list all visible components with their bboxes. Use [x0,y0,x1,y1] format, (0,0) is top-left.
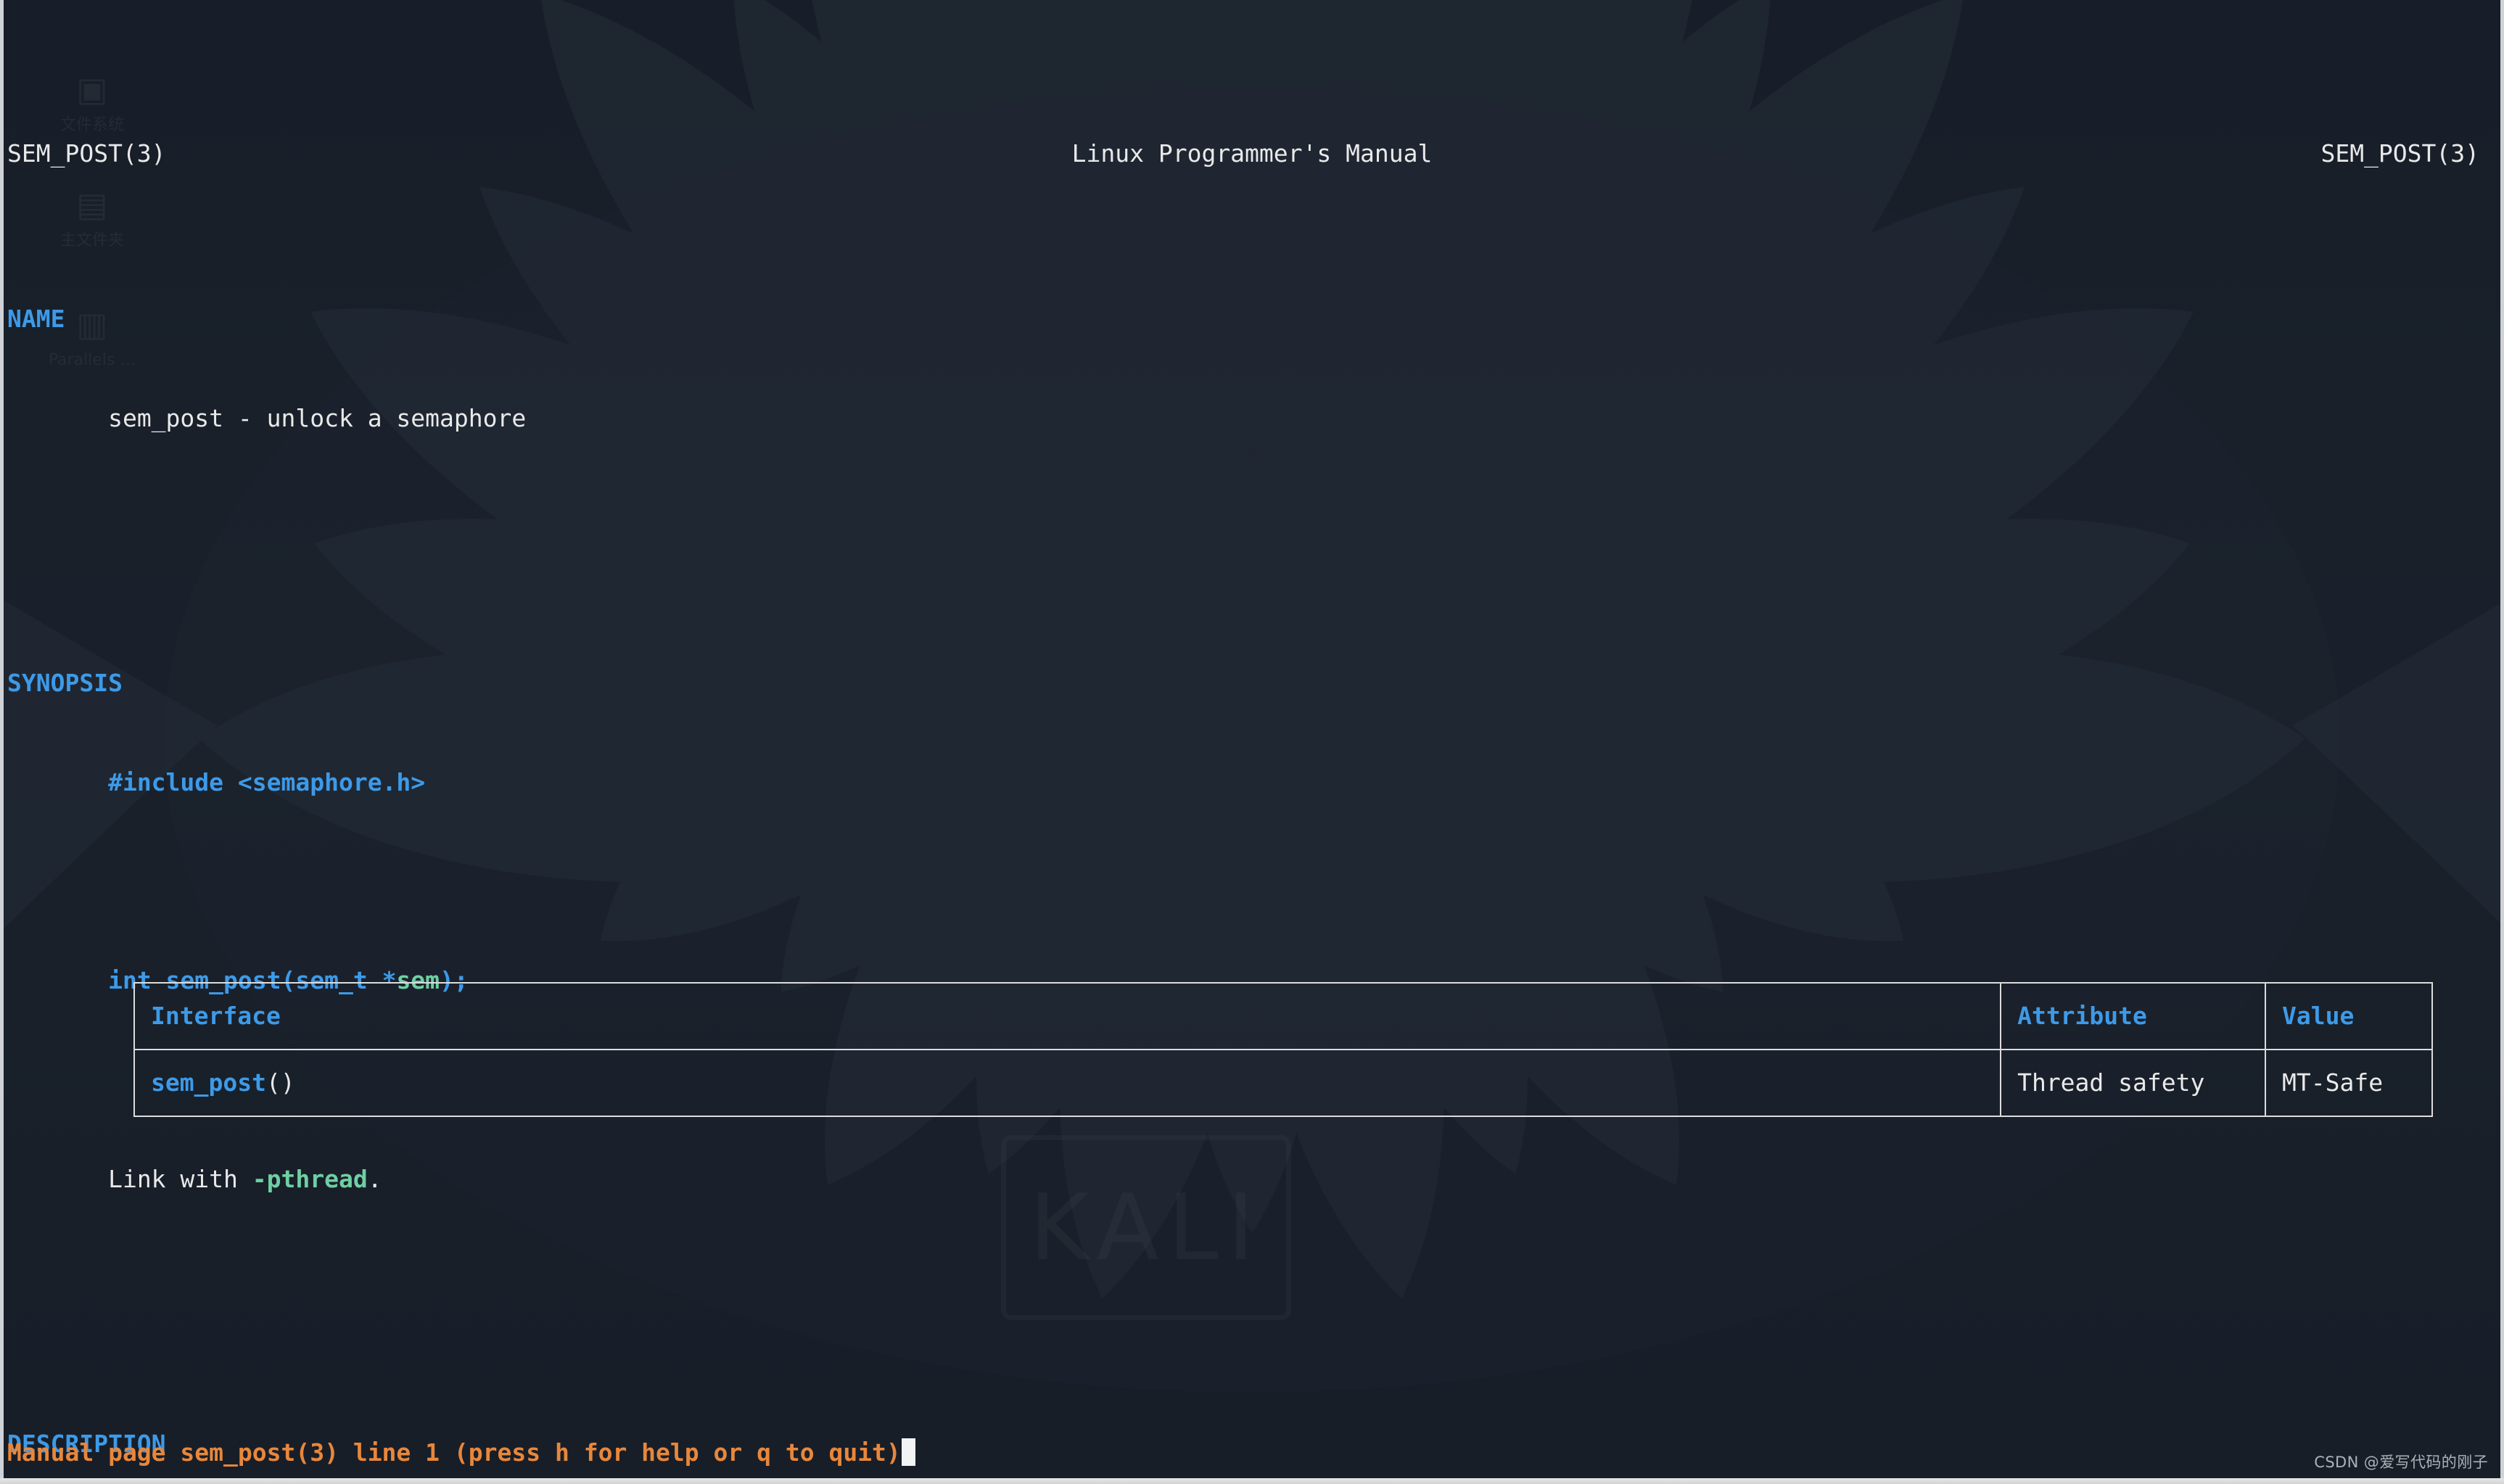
window-border-left [0,0,4,1478]
name-body: sem_post - unlock a semaphore [0,402,2504,435]
link-flag: -pthread [252,1164,368,1193]
table-header-value: Value [2265,982,2433,1050]
header-center: Linux Programmer's Manual [1071,139,1433,168]
terminal-window[interactable]: KALI ▣ 文件系统 ▤ 主文件夹 ▥ Parallels … SEM_POS… [0,0,2504,1484]
cell-value: MT-Safe [2265,1049,2433,1117]
attributes-table: Interface Attribute Value sem_post() Thr… [133,982,2433,1117]
section-label: NAME [7,305,65,334]
section-heading-synopsis: SYNOPSIS [0,667,2504,700]
header-right: SEM_POST(3) [2320,139,2479,168]
fn-sem-post: sem_post [151,1068,266,1097]
table-row: sem_post() Thread safety MT-Safe [133,1049,2433,1117]
section-label: SYNOPSIS [7,668,123,697]
fn-parens: () [265,1068,295,1097]
link-prefix: Link with [108,1164,252,1193]
table-header-row: Interface Attribute Value [133,982,2433,1050]
section-heading-name: NAME [0,302,2504,336]
status-text: Manual page sem_post(3) line 1 (press h … [7,1438,901,1467]
value-text: MT-Safe [2282,1068,2384,1097]
attribute-value: Thread safety [2017,1068,2205,1097]
link-suffix: . [367,1164,382,1193]
cell-attribute: Thread safety [2000,1049,2267,1117]
synopsis-include: #include <semaphore.h> [0,766,2504,799]
column-label: Interface [151,1002,281,1031]
window-border-bottom [0,1478,2504,1484]
table-header-attribute: Attribute [2000,982,2267,1050]
synopsis-link: Link with -pthread. [0,1163,2504,1196]
name-text: sem_post - unlock a semaphore [108,404,527,433]
text-cursor [901,1438,915,1467]
cell-interface: sem_post() [133,1049,2002,1117]
man-page-content[interactable]: SEM_POST(3) Linux Programmer's Manual SEM_… [0,0,2504,1484]
manpage-header: SEM_POST(3) Linux Programmer's Manual SEM_… [0,137,2504,170]
column-label: Attribute [2017,1002,2147,1031]
column-label: Value [2282,1002,2355,1031]
pager-status-bar[interactable]: Manual page sem_post(3) line 1 (press h … [7,1436,915,1469]
csdn-watermark: CSDN @爱写代码的刚子 [2314,1454,2488,1472]
table-header-interface: Interface [133,982,2002,1050]
window-border-right [2500,0,2504,1478]
include-directive: #include <semaphore.h> [108,767,426,796]
